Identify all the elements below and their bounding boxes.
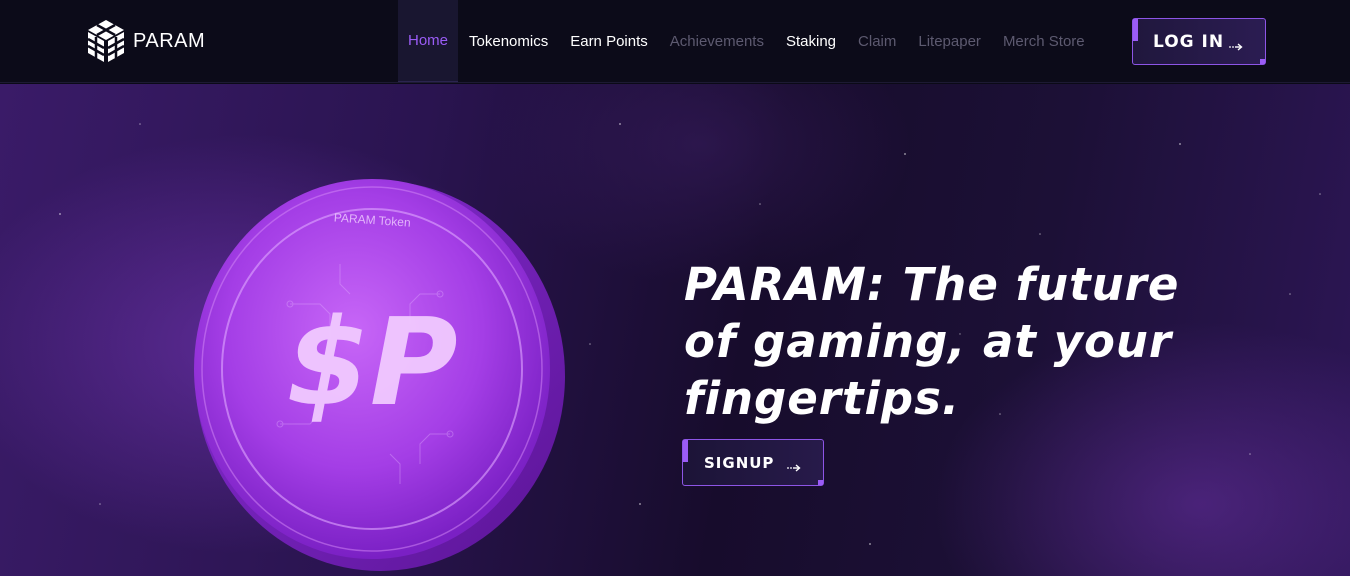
param-token-coin-image: $P PARAM Token xyxy=(180,164,570,574)
top-navigation-bar: PARAM Home Tokenomics Earn Points Achiev… xyxy=(0,0,1350,83)
headline-line: fingertips. xyxy=(684,372,960,425)
login-button-label: LOG IN xyxy=(1153,31,1225,52)
button-corner-accent xyxy=(1133,19,1138,41)
brand-logo[interactable]: PARAM xyxy=(85,18,205,64)
nav-item-home[interactable]: Home xyxy=(398,0,459,82)
signup-button-label: SIGNUP xyxy=(704,453,775,472)
button-corner-accent xyxy=(1260,59,1265,64)
brand-name: PARAM xyxy=(133,29,206,52)
hero-section: $P PARAM Token PARAM: The future of gami… xyxy=(0,84,1350,576)
login-button[interactable]: LOG IN xyxy=(1132,18,1266,65)
nav-item-litepaper[interactable]: Litepaper xyxy=(907,0,992,82)
button-corner-accent xyxy=(683,440,688,462)
headline-line: PARAM: The future xyxy=(684,258,1180,311)
nav-item-staking[interactable]: Staking xyxy=(775,0,847,82)
nav-item-earn-points[interactable]: Earn Points xyxy=(559,0,659,82)
hero-headline: PARAM: The future of gaming, at your fin… xyxy=(684,256,1244,427)
main-nav: Home Tokenomics Earn Points Achievements… xyxy=(398,0,1096,82)
nav-item-achievements[interactable]: Achievements xyxy=(659,0,775,82)
nav-item-tokenomics[interactable]: Tokenomics xyxy=(458,0,559,82)
nav-item-claim[interactable]: Claim xyxy=(847,0,907,82)
nav-item-merch-store[interactable]: Merch Store xyxy=(992,0,1096,82)
button-corner-accent xyxy=(818,480,823,485)
signup-button[interactable]: SIGNUP xyxy=(682,439,824,486)
param-cube-logo-icon xyxy=(85,18,127,64)
arrow-right-icon xyxy=(787,459,801,472)
arrow-right-icon xyxy=(1229,38,1243,51)
headline-line: of gaming, at your xyxy=(684,315,1173,368)
coin-symbol: $P xyxy=(286,294,457,433)
